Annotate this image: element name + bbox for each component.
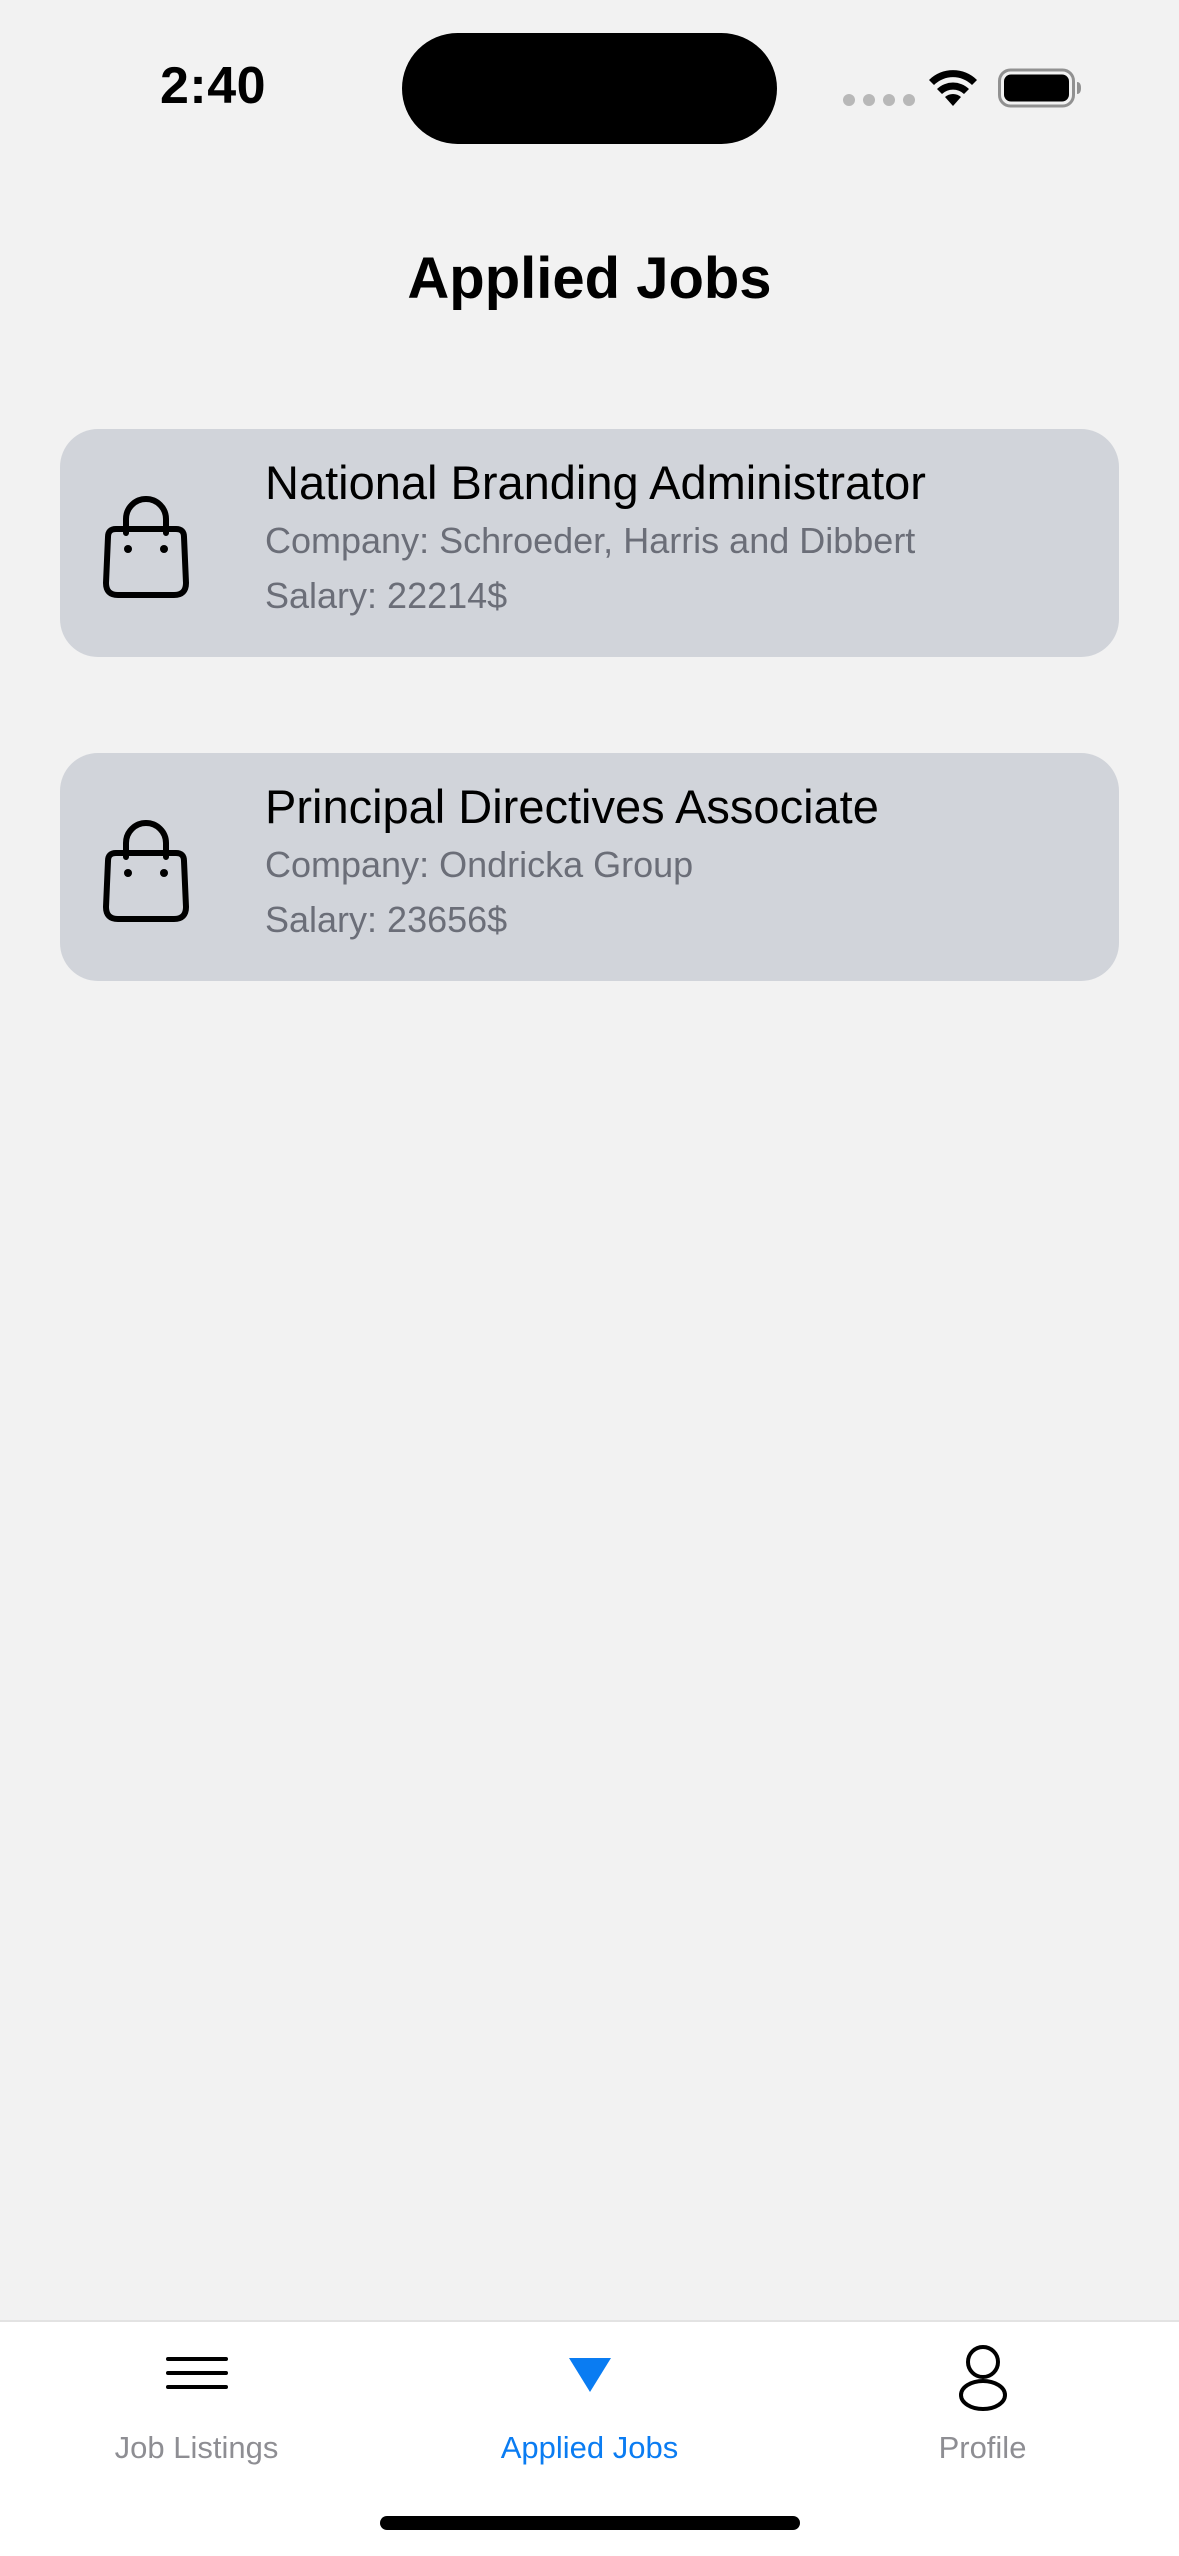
job-company: Company: Ondricka Group — [265, 844, 694, 885]
cellular-signal-icon — [843, 94, 915, 106]
applied-jobs-list: National Branding Administrator Company:… — [60, 429, 1119, 1077]
job-salary: Salary: 22214$ — [265, 575, 508, 616]
menu-icon — [165, 2357, 228, 2389]
job-details: National Branding Administrator Company:… — [265, 453, 926, 623]
tab-label: Applied Jobs — [500, 2430, 679, 2465]
page-title: Applied Jobs — [407, 246, 772, 311]
dynamic-island — [402, 33, 777, 144]
person-icon — [958, 2345, 1007, 2411]
tab-job-listings[interactable]: Job Listings — [0, 2322, 393, 2502]
tab-profile[interactable]: Profile — [786, 2322, 1179, 2502]
home-indicator[interactable] — [380, 2516, 800, 2530]
job-card[interactable]: National Branding Administrator Company:… — [60, 429, 1119, 657]
job-company: Company: Schroeder, Harris and Dibbert — [265, 520, 916, 561]
job-title: National Branding Administrator — [265, 456, 926, 509]
status-time: 2:40 — [160, 57, 267, 115]
triangle-down-icon — [568, 2358, 611, 2392]
shopping-bag-icon — [103, 820, 189, 922]
status-bar: 2:40 — [0, 0, 1179, 180]
tab-label: Job Listings — [114, 2430, 279, 2465]
job-card[interactable]: Principal Directives Associate Company: … — [60, 753, 1119, 981]
wifi-icon — [929, 70, 977, 106]
tab-applied-jobs[interactable]: Applied Jobs — [393, 2322, 786, 2502]
job-title: Principal Directives Associate — [265, 780, 879, 833]
job-salary: Salary: 23656$ — [265, 899, 508, 940]
job-details: Principal Directives Associate Company: … — [265, 777, 879, 947]
tab-label: Profile — [938, 2430, 1027, 2465]
shopping-bag-icon — [103, 496, 189, 598]
battery-icon — [998, 68, 1081, 108]
